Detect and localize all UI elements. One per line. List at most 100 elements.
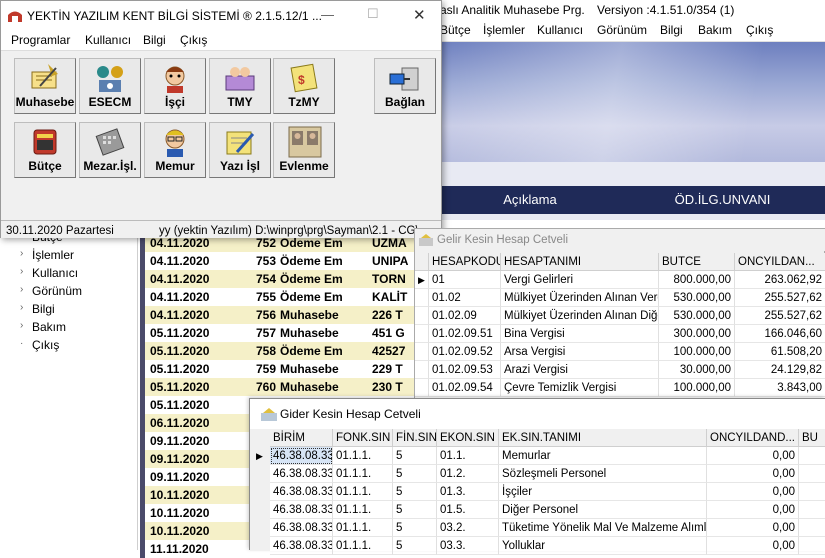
tree-item-bakim[interactable]: › Bakım — [20, 320, 66, 334]
gelir-cell[interactable]: Çevre Temizlik Vergisi — [501, 379, 659, 397]
close-button[interactable]: ✕ — [413, 6, 426, 24]
bg-menu-cikis[interactable]: Çıkış — [746, 23, 773, 37]
gider-cell-empty[interactable] — [799, 447, 825, 465]
gider-cell[interactable]: Memurlar — [499, 447, 707, 465]
tree-item-bilgi[interactable]: › Bilgi — [20, 302, 55, 316]
gider-cell[interactable]: 5 — [393, 537, 437, 555]
gider-title-bar[interactable]: Gider Kesin Hesap Cetveli — [250, 399, 825, 429]
tree-item-kullanici[interactable]: › Kullanıcı — [20, 266, 78, 280]
bg-menu-butce[interactable]: Bütçe — [440, 23, 471, 37]
gider-cell-empty[interactable] — [799, 519, 825, 537]
ledger-row[interactable]: 04.11.2020 753 Ödeme Em UNIPA — [140, 252, 430, 270]
expand-icon[interactable]: › — [20, 320, 23, 331]
tile-yazi-isl[interactable]: Yazı İşl — [209, 122, 271, 178]
tree-item-islemler[interactable]: › İşlemler — [20, 248, 74, 262]
gelir-column-header[interactable]: BUTCE — [659, 253, 735, 271]
gelir-cell[interactable]: 01.02.09.52 — [429, 343, 501, 361]
gelir-cell[interactable]: 255.527,62 — [735, 307, 825, 325]
gelir-cell[interactable]: 01.02 — [429, 289, 501, 307]
ledger-row[interactable]: 04.11.2020 755 Ödeme Em KALİT — [140, 288, 430, 306]
tile-evlenme[interactable]: Evlenme — [273, 122, 335, 178]
gelir-column-header[interactable]: ONCYILDAN... — [735, 253, 825, 271]
maximize-button[interactable]: ☐ — [367, 6, 379, 22]
menu-programlar[interactable]: Programlar — [11, 33, 70, 47]
gider-cell[interactable]: 46.38.08.33 — [270, 501, 333, 519]
ledger-row[interactable]: 04.11.2020 754 Ödeme Em TORN — [140, 270, 430, 288]
gider-cell[interactable]: 0,00 — [707, 447, 799, 465]
expand-icon[interactable]: › — [20, 284, 23, 295]
gelir-cell[interactable]: 30.000,00 — [659, 361, 735, 379]
gider-cell[interactable]: 03.3. — [437, 537, 499, 555]
tile-mezar[interactable]: Mezar.İşl. — [79, 122, 141, 178]
gelir-cell[interactable]: Mülkiyet Üzerinden Alınan Diğer V — [501, 307, 659, 325]
gider-cell[interactable]: 0,00 — [707, 465, 799, 483]
gider-column-header[interactable]: EKON.SIN — [437, 429, 499, 447]
gider-cell[interactable]: 01.1.1. — [333, 483, 393, 501]
gelir-cell[interactable]: 800.000,00 — [659, 271, 735, 289]
gider-cell[interactable]: 01.3. — [437, 483, 499, 501]
tile-tzmy[interactable]: $ TzMY — [273, 58, 335, 114]
gelir-cell[interactable]: 263.062,92 — [735, 271, 825, 289]
gider-cell[interactable]: 01.1.1. — [333, 537, 393, 555]
gider-cell-empty[interactable] — [799, 501, 825, 519]
menu-cikis[interactable]: Çıkış — [180, 33, 207, 47]
gider-cell[interactable]: Tüketime Yönelik Mal Ve Malzeme Alımları — [499, 519, 707, 537]
gelir-cell[interactable]: Mülkiyet Üzerinden Alınan Vergile — [501, 289, 659, 307]
column-header-aciklama[interactable]: Açıklama — [440, 186, 620, 214]
tree-item-cikis[interactable]: · Çıkış — [20, 338, 59, 352]
gider-cell[interactable]: Sözleşmeli Personel — [499, 465, 707, 483]
tile-tmy[interactable]: TMY — [209, 58, 271, 114]
gelir-cell[interactable]: 255.527,62 — [735, 289, 825, 307]
tile-isci[interactable]: İşçi — [144, 58, 206, 114]
gider-cell[interactable]: 5 — [393, 483, 437, 501]
tile-memur[interactable]: Memur — [144, 122, 206, 178]
bg-menu-bilgi[interactable]: Bilgi — [660, 23, 683, 37]
gider-cell[interactable]: 46.38.08.33 — [270, 447, 333, 465]
gider-cell[interactable]: İşçiler — [499, 483, 707, 501]
ledger-row[interactable]: 05.11.2020 758 Ödeme Em 42527 — [140, 342, 430, 360]
minimize-button[interactable]: — — [321, 7, 334, 22]
bg-menu-islemler[interactable]: İşlemler — [483, 23, 525, 37]
gelir-cell[interactable]: 01.02.09.54 — [429, 379, 501, 397]
gelir-cell[interactable]: 100.000,00 — [659, 379, 735, 397]
tile-esecm[interactable]: ESECM — [79, 58, 141, 114]
ledger-row[interactable]: 05.11.2020 757 Muhasebe 451 G — [140, 324, 430, 342]
gider-cell[interactable]: 46.38.08.33 — [270, 483, 333, 501]
gider-column-header[interactable]: EK.SIN.TANIMI — [499, 429, 707, 447]
gider-cell[interactable]: 5 — [393, 447, 437, 465]
menu-bilgi[interactable]: Bilgi — [143, 33, 166, 47]
gider-cell[interactable]: 0,00 — [707, 519, 799, 537]
gider-cell[interactable]: 03.2. — [437, 519, 499, 537]
gider-cell[interactable]: 01.1.1. — [333, 501, 393, 519]
gider-cell[interactable]: 0,00 — [707, 501, 799, 519]
expand-icon[interactable]: › — [20, 302, 23, 313]
expand-icon[interactable]: › — [20, 266, 23, 277]
ledger-row[interactable]: 05.11.2020 759 Muhasebe 229 T — [140, 360, 430, 378]
gider-cell[interactable]: 01.1.1. — [333, 519, 393, 537]
gider-cell[interactable]: 0,00 — [707, 537, 799, 555]
expand-icon[interactable]: › — [20, 248, 23, 259]
ledger-row[interactable]: 05.11.2020 760 Muhasebe 230 T — [140, 378, 430, 396]
gelir-cell[interactable]: Arsa Vergisi — [501, 343, 659, 361]
gider-cell[interactable]: Yolluklar — [499, 537, 707, 555]
gider-cell[interactable]: 01.1.1. — [333, 447, 393, 465]
tile-butce[interactable]: Bütçe — [14, 122, 76, 178]
gelir-cell[interactable]: 01.02.09.53 — [429, 361, 501, 379]
gelir-column-header[interactable]: HESAPTANIMI — [501, 253, 659, 271]
gider-cell-empty[interactable] — [799, 483, 825, 501]
menu-kullanici[interactable]: Kullanıcı — [85, 33, 131, 47]
gelir-cell[interactable]: 01.02.09.51 — [429, 325, 501, 343]
gider-column-header[interactable]: FİN.SIN — [393, 429, 437, 447]
gelir-title-bar[interactable]: Gelir Kesin Hesap Cetveli — [415, 229, 825, 251]
gelir-cell[interactable]: Bina Vergisi — [501, 325, 659, 343]
bg-menu-bakim[interactable]: Bakım — [698, 23, 732, 37]
gider-column-header[interactable]: ONCYILDAND... — [707, 429, 799, 447]
gelir-cell[interactable]: 530.000,00 — [659, 307, 735, 325]
gider-cell[interactable]: 01.1.1. — [333, 465, 393, 483]
gelir-column-header[interactable]: HESAPKODU — [429, 253, 501, 271]
gelir-cell[interactable]: 3.843,00 — [735, 379, 825, 397]
gider-cell[interactable]: 46.38.08.33 — [270, 519, 333, 537]
gider-cell[interactable]: 46.38.08.33 — [270, 537, 333, 555]
ledger-row[interactable]: 04.11.2020 756 Muhasebe 226 T — [140, 306, 430, 324]
gider-column-header[interactable]: FONK.SIN — [333, 429, 393, 447]
